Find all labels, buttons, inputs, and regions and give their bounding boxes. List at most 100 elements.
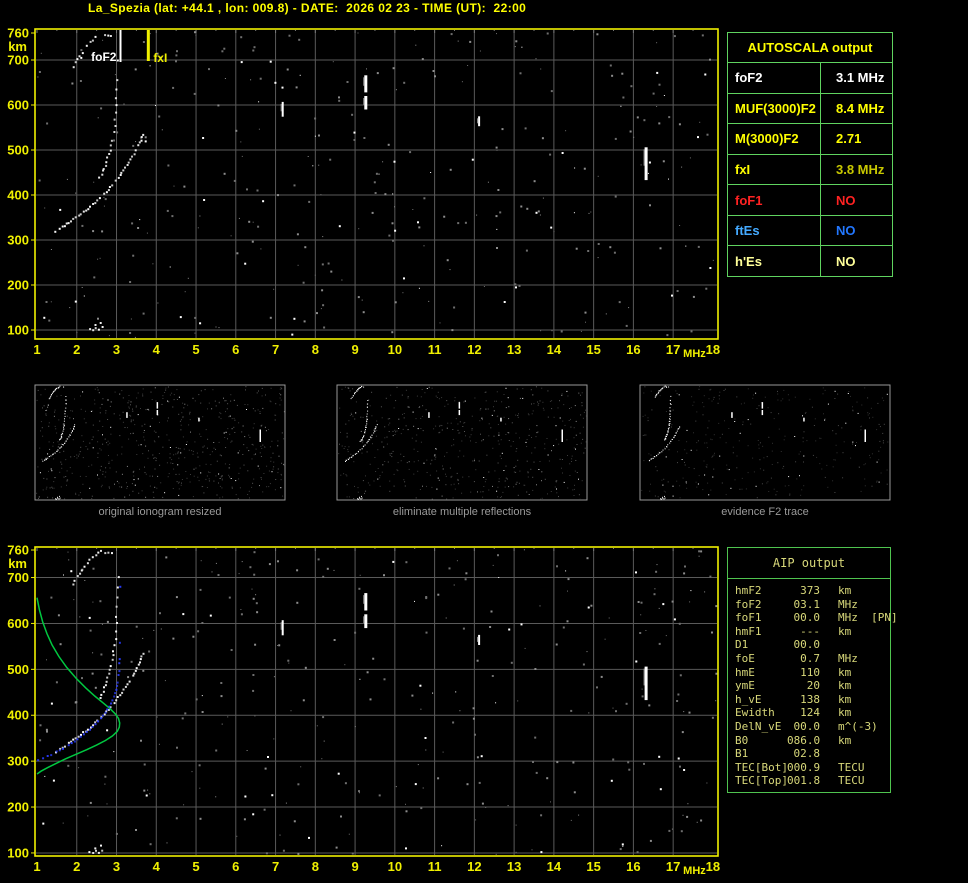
x-tick-label: 18 [706, 859, 720, 874]
autoscala-param-value: NO [836, 223, 856, 239]
x-tick-label: 7 [272, 859, 279, 874]
aip-row-TEC[Top]: TEC[Top] 001.8 TECU [735, 774, 890, 788]
aip-param-label: Ewidth [735, 706, 775, 720]
aip-param-unit: km [838, 692, 852, 706]
x-tick-label: 10 [388, 342, 402, 357]
x-tick-label: 10 [388, 859, 402, 874]
autoscala-row-MUF(3000)F2: MUF(3000)F2 8.4 MHz [728, 93, 892, 125]
aip-row-ymE: ymE 20 km [735, 679, 890, 693]
x-tick-label: 2 [73, 859, 80, 874]
autoscala-param-label: fxI [728, 154, 821, 185]
aip-param-label: D1 [735, 638, 749, 652]
y-tick-label: 700 [7, 53, 29, 68]
aip-row-foF2: foF2 03.1 MHz [735, 598, 890, 612]
aip-param-value: 373 [800, 584, 820, 597]
x-tick-label: 8 [312, 342, 319, 357]
x-tick-label: 3 [113, 342, 120, 357]
y-tick-label: 100 [7, 323, 29, 338]
autoscala-param-label: MUF(3000)F2 [728, 93, 821, 124]
y-tick-label: 400 [7, 708, 29, 723]
aip-table-header: AIP output [728, 548, 890, 579]
x-tick-label: 16 [626, 859, 640, 874]
autoscala-row-foF2: foF2 3.1 MHz [728, 63, 892, 94]
x-tick-label: 11 [428, 342, 442, 357]
aip-param-label: B1 [735, 747, 749, 761]
aip-param-value: 086.0 [787, 733, 821, 747]
aip-table-rows: hmF2 373 km foF2 03.1 MHz foF1 00.0 MHz [PN] hmF1… [728, 579, 898, 788]
y-tick-label: 600 [7, 98, 29, 113]
thumbnail-eliminate-reflections [336, 384, 588, 501]
aip-row-hmF2: hmF2 373 km [735, 584, 890, 598]
aip-row-DelN_vE: DelN_vE 00.0 m^(-3) [735, 720, 890, 734]
aip-param-unit: km [838, 624, 852, 638]
aip-param-unit: km [838, 733, 852, 747]
aip-param-unit: TECU [838, 774, 865, 788]
thumbnail-caption-eliminate: eliminate multiple reflections [392, 506, 532, 518]
autoscala-param-label: h'Es [728, 246, 821, 277]
autoscala-param-value: 8.4 MHz [836, 100, 885, 116]
y-tick-label: 600 [7, 616, 29, 631]
autoscala-param-value: 3.1 MHz [836, 70, 885, 86]
thumbnail-original-ionogram [34, 384, 286, 501]
x-tick-label: 7 [272, 342, 279, 357]
aip-param-value: 00.0 [793, 611, 821, 625]
aip-row-h_vE: h_vE 138 km [735, 693, 890, 707]
x-axis-unit-label: MHz [683, 865, 706, 877]
x-tick-label: 9 [351, 342, 358, 357]
thumbnail-caption-original: original ionogram resized [98, 506, 222, 518]
aip-param-value: --- [800, 624, 820, 638]
aip-param-unit: km [838, 706, 852, 720]
autoscala-param-value: 2.71 [836, 131, 862, 147]
aip-param-unit: km [838, 679, 852, 693]
aip-param-value: 124 [800, 706, 820, 720]
x-tick-label: 5 [192, 342, 199, 357]
x-tick-label: 1 [33, 342, 40, 357]
aip-param-unit: TECU [838, 760, 865, 774]
grid-lines [36, 548, 717, 855]
noise-echoes [39, 549, 718, 855]
aip-param-unit: m^(-3) [838, 719, 878, 733]
x-tick-label: 5 [192, 859, 199, 874]
autoscala-table-header: AUTOSCALA output [728, 33, 892, 63]
x-tick-label: 18 [706, 342, 720, 357]
aip-param-value: 000.9 [787, 760, 821, 774]
aip-param-label: TEC[Bot] [735, 760, 788, 774]
aip-param-unit: MHz [838, 597, 858, 611]
aip-param-value: 00.0 [793, 719, 821, 733]
aip-row-hmE: hmE 110 km [735, 666, 890, 680]
y-tick-label: 300 [7, 754, 29, 769]
aip-param-value: 001.8 [787, 774, 821, 788]
autoscala-param-value: NO [836, 192, 856, 208]
aip-output-table: AIP output hmF2 373 km foF2 03.1 MHz foF1 00.0 M… [727, 547, 898, 793]
aip-param-value: 0.7 [800, 651, 820, 665]
x-tick-label: 14 [547, 859, 562, 874]
y-tick-label: 500 [7, 143, 29, 158]
noise-echoes [37, 31, 714, 338]
aip-row-foE: foE 0.7 MHz [735, 652, 890, 666]
aip-param-value: 00.0 [793, 638, 821, 652]
main-ionogram-plot: 760700600500400300200100km1 2 3 4 5 6 7 8 9 10 11 1… [7, 26, 720, 361]
x-tick-label: 4 [153, 342, 161, 357]
aip-param-label: hmE [735, 665, 755, 679]
x-tick-label: 16 [626, 342, 640, 357]
aip-row-foF1: foF1 00.0 MHz [PN] [735, 611, 898, 625]
aip-param-value: 02.8 [793, 747, 821, 761]
x-tick-label: 9 [351, 859, 358, 874]
x-tick-label: 1 [33, 859, 40, 874]
autoscala-param-label: M(3000)F2 [728, 124, 821, 154]
aip-param-unit: MHz [PN] [838, 611, 898, 625]
autoscala-table-rows: foF2 3.1 MHz MUF(3000)F2 8.4 MHz M(3000)F2 2.… [728, 63, 892, 277]
x-tick-label: 17 [666, 342, 680, 357]
x-tick-label: 3 [113, 859, 120, 874]
y-axis-unit-label: km [8, 556, 27, 571]
autoscala-param-label: foF1 [728, 185, 821, 215]
aip-row-B1: B1 02.8 [735, 747, 890, 761]
aip-row-D1: D1 00.0 [735, 638, 890, 652]
rfi-streaks [280, 593, 648, 701]
axis-labels: 760700600500400300200100km1 2 3 4 5 6 7 8 9 10 11 1… [7, 26, 720, 361]
thumbnail-caption-evidence: evidence F2 trace [721, 506, 809, 518]
autoscala-row-fxI: fxI 3.8 MHz [728, 154, 892, 186]
aip-row-Ewidth: Ewidth 124 km [735, 706, 890, 720]
autoscala-param-value: NO [836, 253, 856, 269]
x-axis-unit-label: MHz [683, 348, 706, 360]
